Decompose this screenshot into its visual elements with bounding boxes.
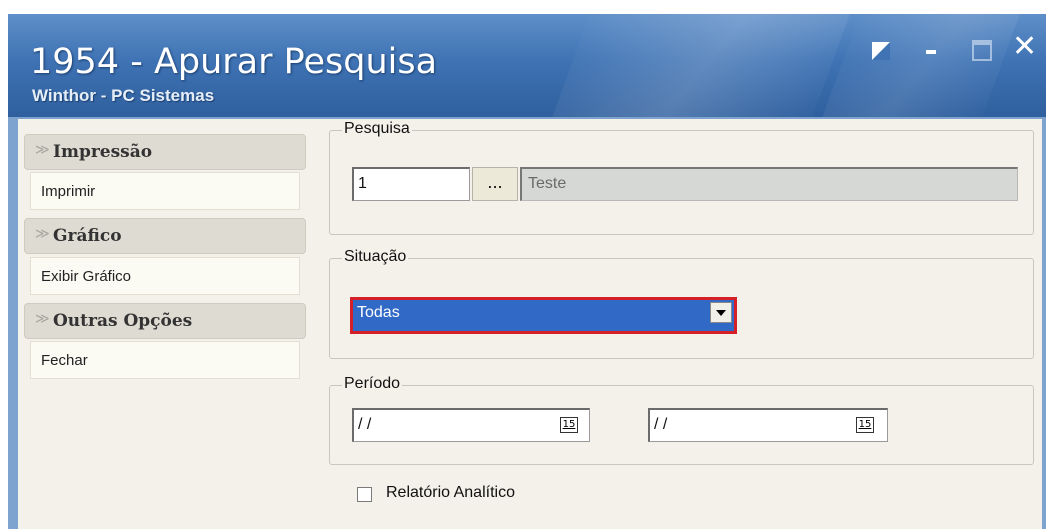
restore-icon[interactable]: [872, 42, 890, 60]
section-header-outras-opcoes[interactable]: ≫ Outras Opções: [24, 303, 306, 339]
sidebar-item-exibir-grafico[interactable]: Exibir Gráfico: [30, 257, 300, 295]
window-title: 1954 - Apurar Pesquisa: [30, 42, 438, 82]
section-label: Gráfico: [53, 226, 122, 246]
chevron-down-icon: ≫: [35, 226, 50, 242]
pesquisa-code-input[interactable]: 1: [352, 167, 470, 201]
pesquisa-description-value: Teste: [528, 175, 567, 192]
relatorio-analitico-checkbox[interactable]: [357, 487, 372, 502]
periodo-legend: Período: [342, 375, 403, 393]
chevron-down-icon: ≫: [35, 142, 50, 158]
pesquisa-code-value: 1: [358, 175, 367, 192]
periodo-start-input[interactable]: / / 15: [352, 408, 590, 442]
pesquisa-group: Pesquisa 1 ... Teste: [329, 120, 1034, 235]
title-glare: [538, 14, 858, 117]
pesquisa-description-field: Teste: [520, 167, 1018, 201]
situacao-selected-value: Todas: [357, 304, 400, 321]
section-header-grafico[interactable]: ≫ Gráfico: [24, 218, 306, 254]
sidebar-item-imprimir[interactable]: Imprimir: [30, 172, 300, 210]
section-label: Impressão: [53, 142, 153, 162]
sidebar-item-label: Exibir Gráfico: [41, 268, 132, 285]
calendar-icon[interactable]: 15: [560, 417, 578, 433]
sidebar-item-fechar[interactable]: Fechar: [30, 341, 300, 379]
section-header-impressao[interactable]: ≫ Impressão: [24, 134, 306, 170]
calendar-icon[interactable]: 15: [856, 417, 874, 433]
situacao-group: Situação Todas: [329, 248, 1034, 359]
maximize-icon[interactable]: [972, 40, 992, 61]
title-bar[interactable]: 1954 - Apurar Pesquisa Winthor - PC Sist…: [8, 14, 1046, 117]
situacao-select-highlight: Todas: [350, 297, 737, 334]
sidebar-item-label: Imprimir: [41, 183, 96, 200]
relatorio-analitico-label[interactable]: Relatório Analítico: [386, 484, 515, 502]
minimize-icon[interactable]: [926, 50, 936, 54]
periodo-group: Período / / 15 / / 15: [329, 375, 1034, 465]
periodo-start-value: / /: [358, 416, 372, 433]
sidebar-item-label: Fechar: [41, 352, 88, 369]
situacao-legend: Situação: [342, 248, 409, 266]
section-label: Outras Opções: [53, 311, 193, 331]
close-icon[interactable]: ✕: [1012, 32, 1037, 62]
situacao-select[interactable]: Todas: [353, 300, 734, 331]
periodo-end-value: / /: [654, 416, 668, 433]
window-subtitle: Winthor - PC Sistemas: [32, 86, 215, 105]
periodo-end-input[interactable]: / / 15: [648, 408, 888, 442]
dropdown-arrow-icon[interactable]: [710, 302, 732, 323]
lookup-button[interactable]: ...: [472, 167, 518, 201]
chevron-down-icon: ≫: [35, 311, 50, 327]
pesquisa-legend: Pesquisa: [342, 120, 412, 138]
